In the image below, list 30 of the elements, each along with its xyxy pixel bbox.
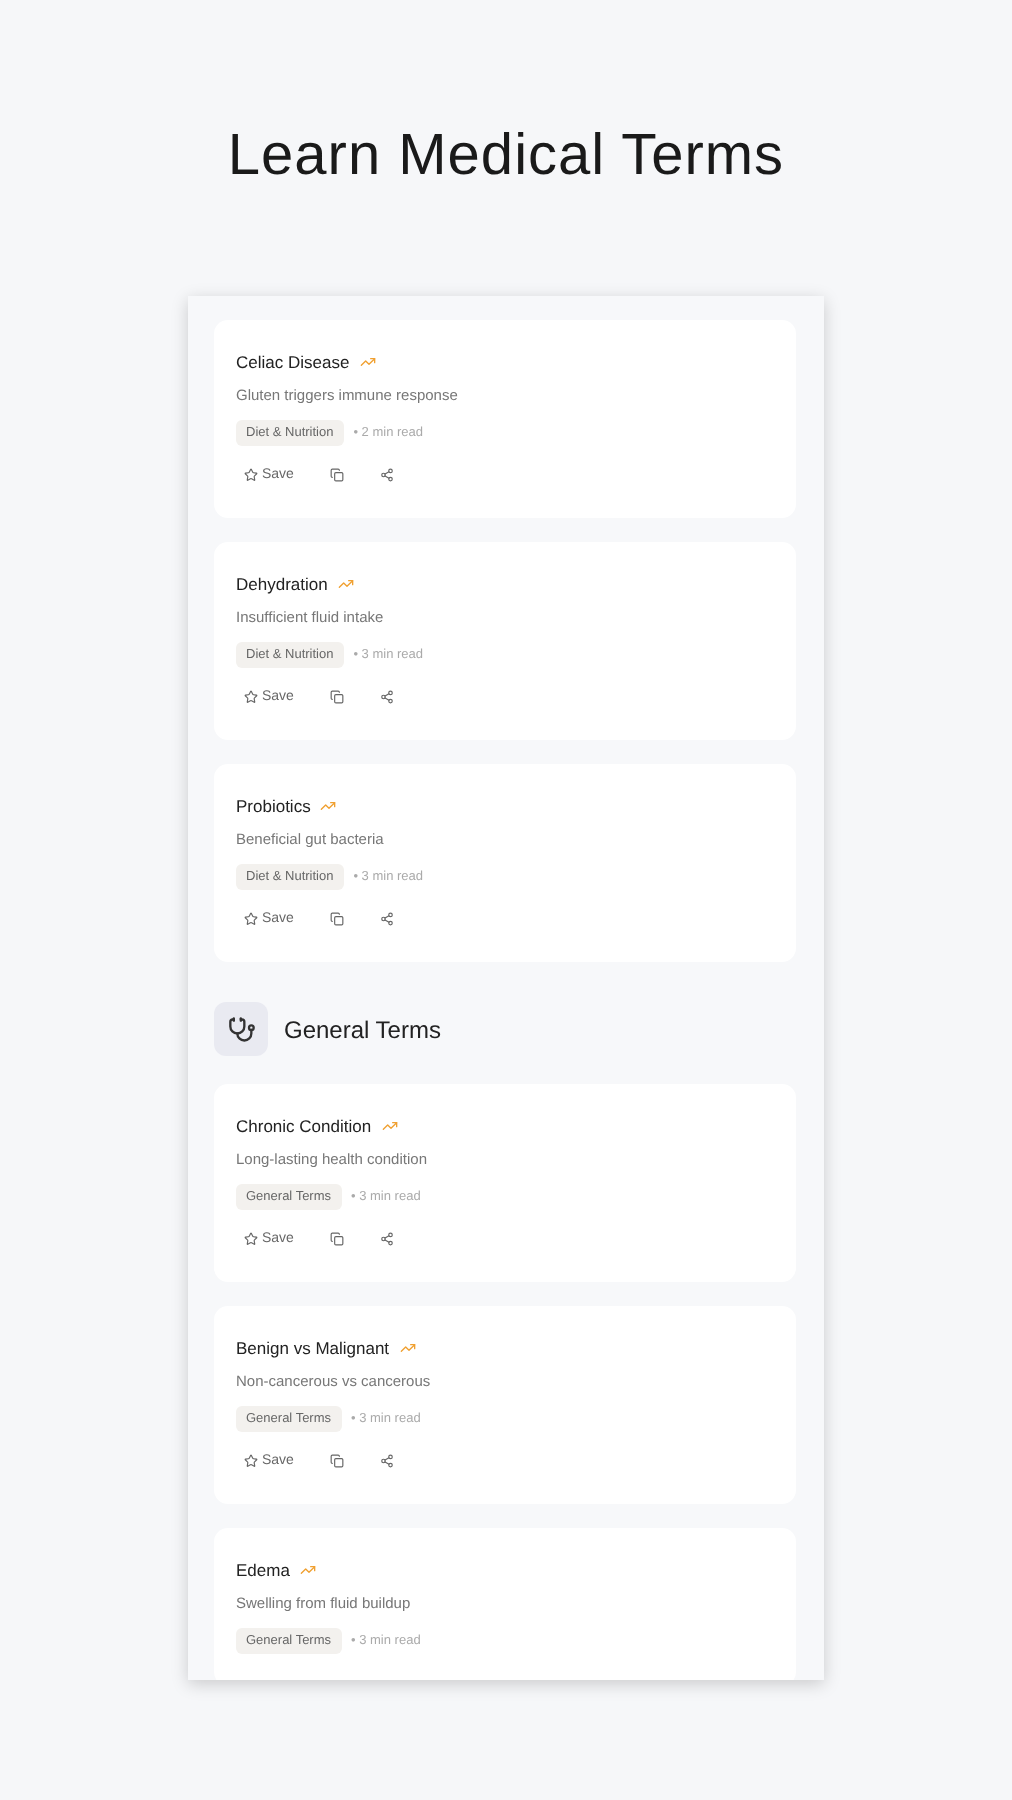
copy-icon [329,690,344,704]
star-icon [244,912,258,926]
term-title: Celiac Disease [236,352,350,372]
stethoscope-icon [214,1002,268,1056]
trending-icon [359,354,376,370]
share-icon [379,1454,394,1468]
trending-icon [337,576,354,592]
trending-icon [320,798,337,814]
star-icon [244,690,258,704]
trending-icon [399,1340,416,1356]
term-title: Probiotics [236,796,311,816]
term-title: Edema [236,1560,290,1580]
page-title: Learn Medical Terms [227,124,785,190]
trending-icon [299,1562,316,1578]
term-title: Dehydration [236,574,328,594]
star-icon [244,1232,258,1246]
copy-icon [329,468,344,482]
share-icon [379,1232,394,1246]
share-icon [379,912,394,926]
share-icon [379,468,394,482]
trending-icon [381,1118,398,1134]
share-icon [379,690,394,704]
term-title: Chronic Condition [236,1116,372,1136]
copy-icon [329,912,344,926]
star-icon [244,468,258,482]
star-icon [244,1454,258,1468]
section-heading: General Terms [284,1015,441,1043]
term-title: Benign vs Malignant [236,1338,390,1358]
copy-icon [329,1232,344,1246]
copy-icon [329,1454,344,1468]
